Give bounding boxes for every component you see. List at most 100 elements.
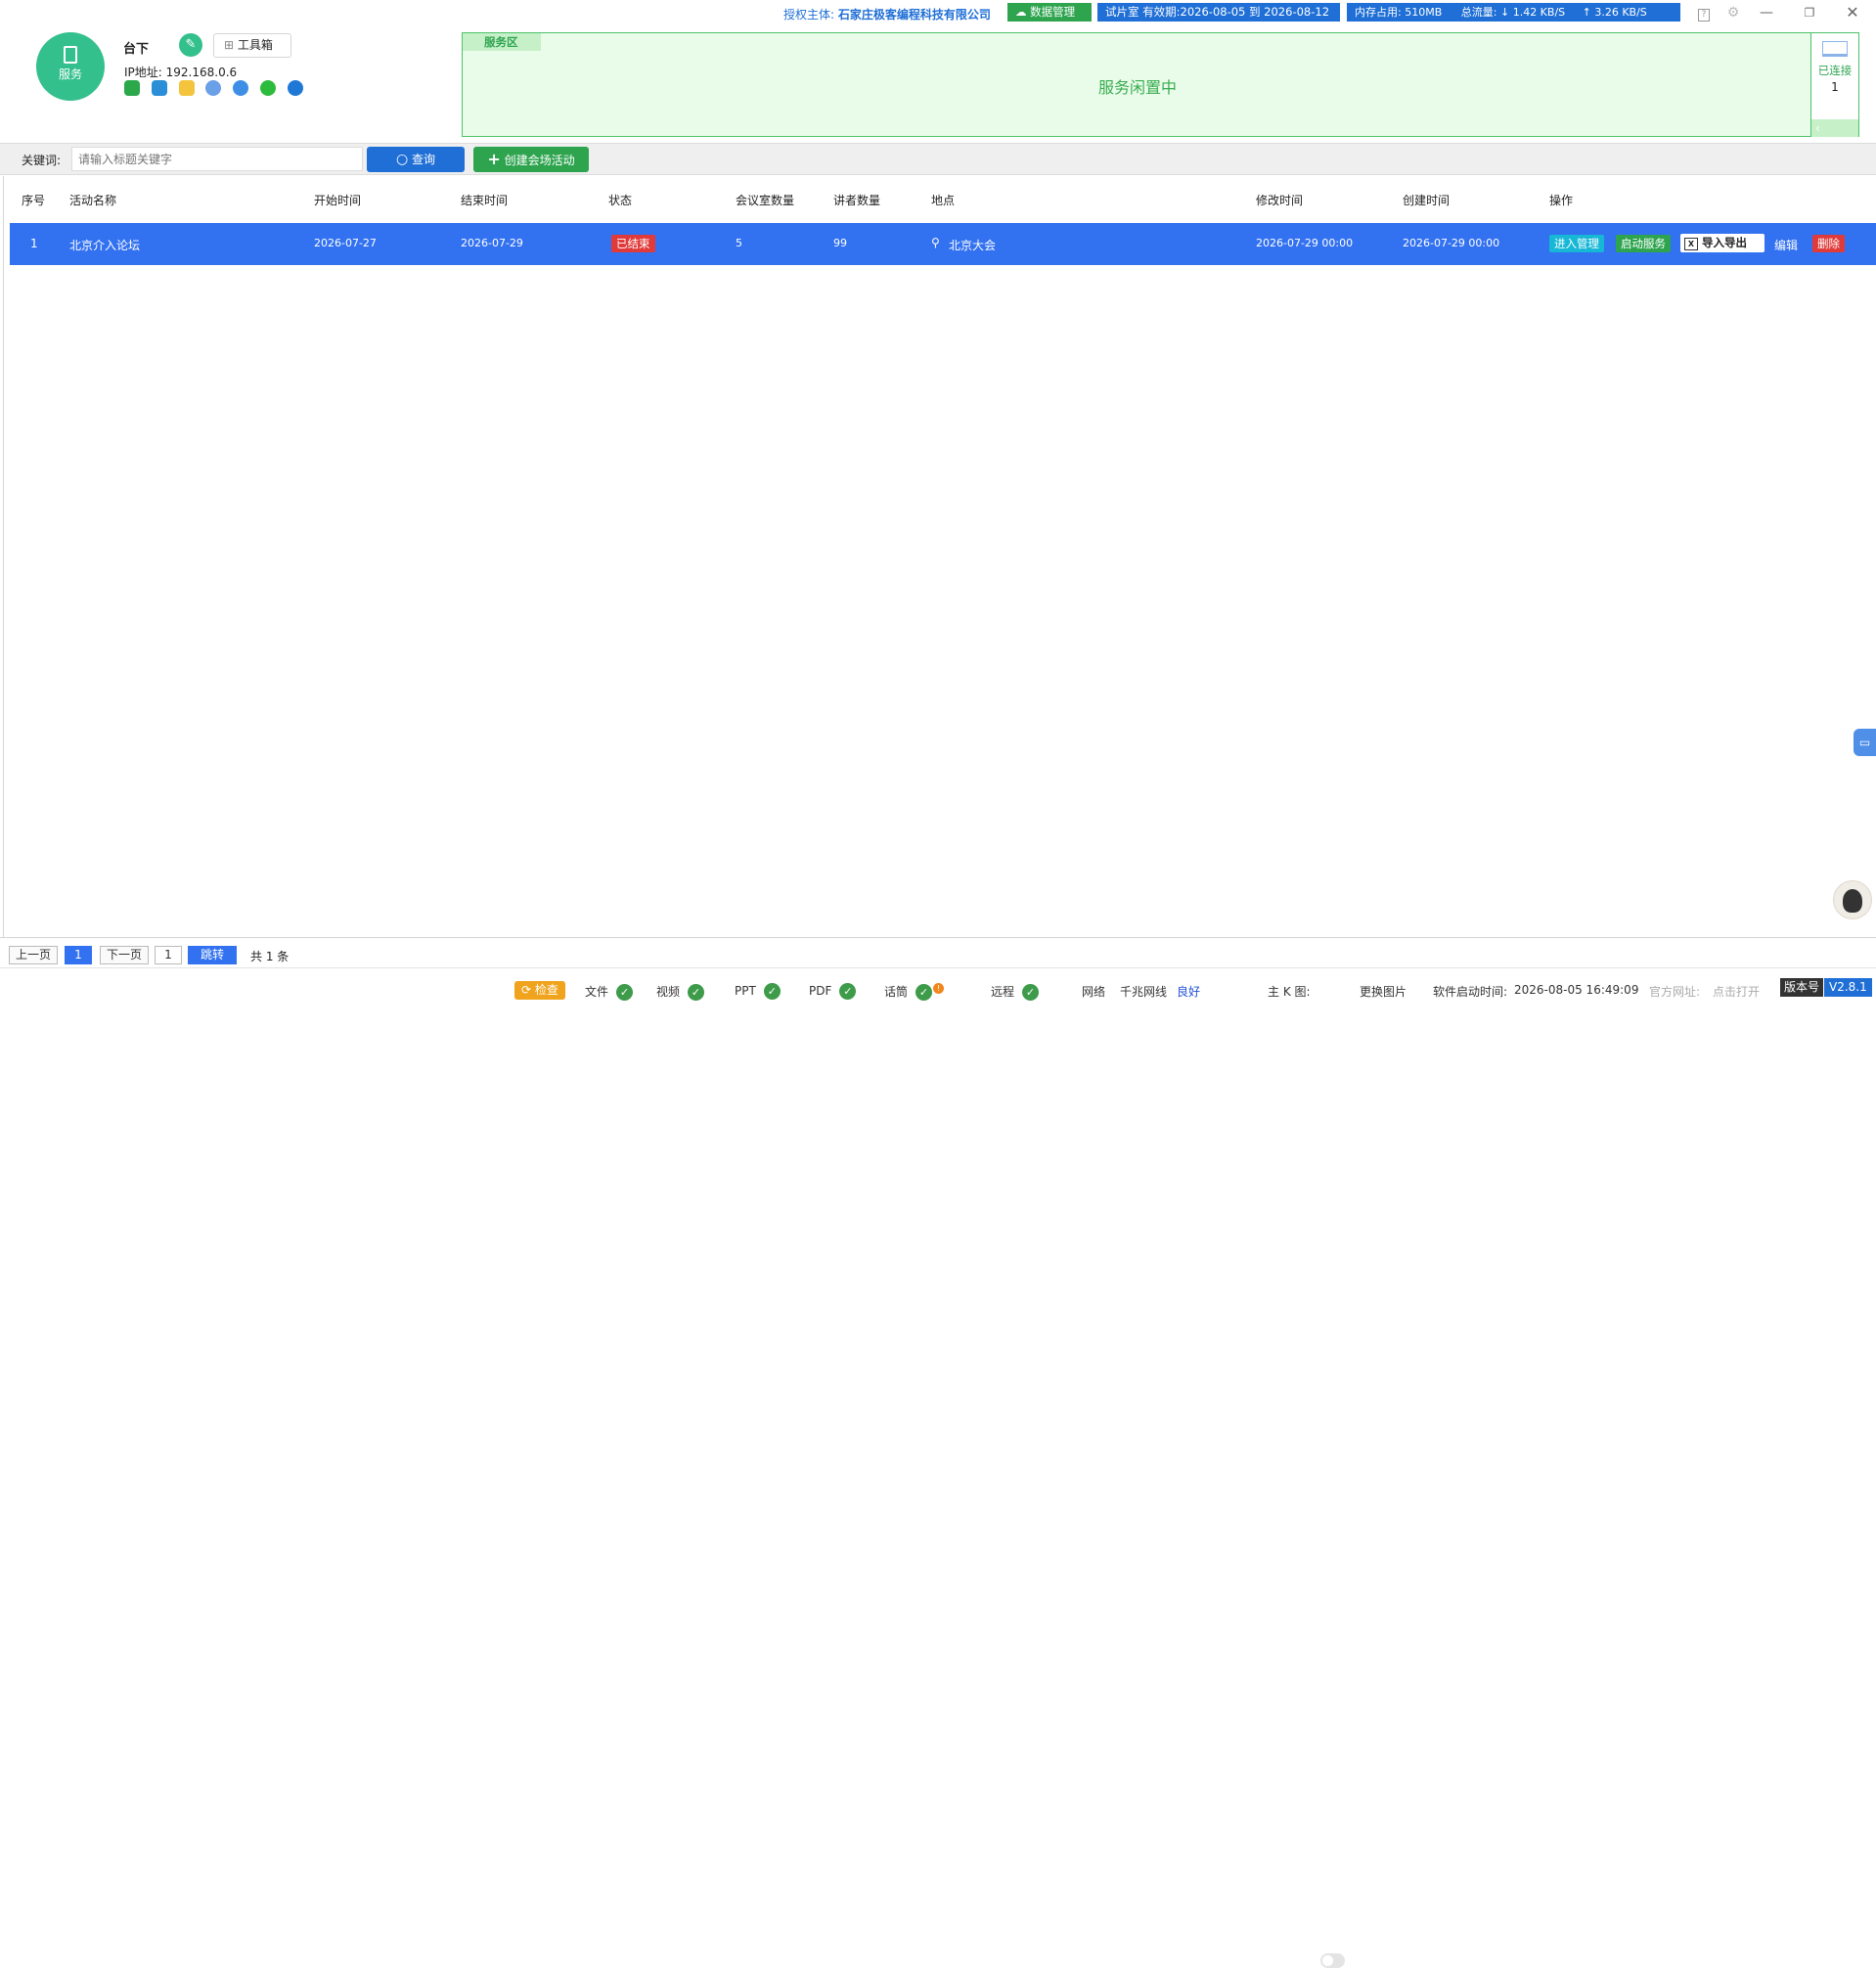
service-device-icon — [64, 46, 77, 64]
settings-gear-icon[interactable]: ⚙ — [1720, 2, 1747, 23]
memory-label: 内存占用: — [1355, 6, 1402, 19]
row-index: 1 — [30, 237, 38, 250]
avatar-label: 服务 — [58, 67, 82, 81]
status-ppt: PPT ✓ — [735, 983, 781, 1000]
edit-icon[interactable]: ✎ — [179, 33, 202, 57]
create-activity-button[interactable]: + 创建会场活动 — [473, 147, 589, 172]
status-video: 视频 ✓ — [656, 983, 705, 1001]
check-circle-icon: ✓ — [916, 984, 933, 1001]
video-label: 视频 — [656, 985, 681, 999]
row-modified: 2026-07-29 00:00 — [1256, 237, 1354, 249]
query-label: 查询 — [412, 153, 436, 166]
minimize-icon[interactable]: — — [1753, 2, 1780, 23]
top-bar: 授权主体: 石家庄极客编程科技有限公司 ☁ 数据管理 试片室 有效期:2026-… — [0, 0, 1876, 27]
share-icon[interactable] — [205, 80, 222, 96]
speaker-icon[interactable] — [124, 80, 140, 96]
cloud-icon: ☁ — [1015, 5, 1027, 19]
toolbox-label: 工具箱 — [237, 38, 273, 52]
wechat-icon[interactable] — [260, 80, 277, 96]
side-panel-toggle-icon[interactable]: ▭ — [1854, 729, 1876, 756]
jump-button[interactable]: 跳转 — [188, 946, 237, 964]
network-quality: 良好 — [1177, 985, 1201, 999]
service-area: 服务区 服务闲置中 — [462, 32, 1811, 137]
col-modified: 修改时间 — [1256, 194, 1304, 207]
official-site-label: 官方网址: — [1649, 985, 1701, 999]
col-speakers: 讲者数量 — [833, 194, 881, 207]
keyword-search-input[interactable] — [71, 147, 363, 171]
folder-icon[interactable] — [178, 80, 195, 96]
collapse-chevron-icon[interactable]: ‹ — [1811, 119, 1858, 137]
restore-icon[interactable]: ❐ — [1796, 2, 1823, 23]
row-start: 2026-07-27 — [314, 237, 377, 249]
trial-label: 试片室 有效期:2026-08-05 到 2026-08-12 — [1105, 5, 1330, 19]
connection-panel[interactable]: 已连接 1 ‹ — [1811, 32, 1859, 137]
screen-icon[interactable] — [151, 80, 167, 96]
version-value: V2.8.1 — [1824, 978, 1872, 997]
change-image-button[interactable]: 更换图片 — [1360, 983, 1407, 1000]
import-export-button[interactable]: X 导入导出 — [1680, 234, 1764, 252]
row-name: 北京介入论坛 — [69, 239, 141, 252]
next-page-button[interactable]: 下一页 — [100, 946, 149, 964]
main-k-toggle[interactable] — [1320, 1953, 1345, 1968]
warning-dot-icon: ! — [933, 983, 945, 994]
col-actions: 操作 — [1549, 194, 1574, 207]
search-icon: ○ — [395, 152, 409, 167]
col-index: 序号 — [22, 194, 46, 207]
service-avatar[interactable]: 服务 — [36, 32, 105, 101]
col-rooms: 会议室数量 — [736, 194, 795, 207]
status-pdf: PDF ✓ — [809, 983, 857, 1000]
pdf-label: PDF — [809, 984, 832, 998]
start-service-button[interactable]: 启动服务 — [1616, 235, 1671, 252]
import-export-label: 导入导出 — [1702, 236, 1747, 249]
assistant-avatar-icon[interactable] — [1833, 880, 1872, 919]
col-created: 创建时间 — [1403, 194, 1451, 207]
row-end: 2026-07-29 — [461, 237, 523, 249]
check-circle-icon: ✓ — [616, 984, 634, 1001]
pagination: 上一页 1 下一页 1 跳转 共 1 条 — [0, 937, 1876, 968]
edit-button[interactable]: 编辑 — [1774, 237, 1798, 253]
main-k-label: 主 K 图: — [1268, 985, 1311, 999]
col-start: 开始时间 — [314, 194, 362, 207]
grid-icon: ⊞ — [224, 38, 235, 52]
traffic-label: 总流量: — [1460, 6, 1497, 19]
query-button[interactable]: ○ 查询 — [367, 147, 465, 172]
globe-icon[interactable] — [233, 80, 249, 96]
file-label: 文件 — [585, 985, 609, 999]
data-manage-label: 数据管理 — [1030, 5, 1076, 19]
check-circle-icon: ✓ — [688, 984, 705, 1001]
search-circle-icon[interactable] — [287, 80, 303, 96]
license-company: 石家庄极客编程科技有限公司 — [837, 8, 991, 22]
help-icon[interactable]: ? — [1690, 2, 1718, 23]
status-mic: 话筒 ✓! — [884, 983, 945, 1001]
resource-monitor: 内存占用: 510MB 总流量: ↓ 1.42 KB/S ↑ 3.26 KB/S — [1347, 3, 1680, 22]
enter-manage-button[interactable]: 进入管理 — [1549, 235, 1604, 252]
ppt-label: PPT — [735, 984, 756, 998]
trial-badge: 试片室 有效期:2026-08-05 到 2026-08-12 — [1097, 3, 1340, 22]
open-site-link[interactable]: 点击打开 — [1713, 983, 1760, 1000]
table-row[interactable]: 1 北京介入论坛 2026-07-27 2026-07-29 已结束 5 99 … — [10, 223, 1876, 265]
status-bar: ⟳ 检查 文件 ✓ 视频 ✓ PPT ✓ PDF ✓ 话筒 ✓! 远程 ✓ 网络 千兆网线 … — [0, 968, 1876, 1968]
network-type: 千兆网线 — [1120, 985, 1168, 999]
check-button[interactable]: ⟳ 检查 — [514, 981, 565, 1000]
row-speakers: 99 — [833, 237, 847, 249]
startup-label: 软件启动时间: — [1433, 985, 1508, 999]
refresh-icon: ⟳ — [521, 983, 532, 997]
plus-icon: + — [487, 150, 501, 168]
close-icon[interactable]: ✕ — [1839, 2, 1866, 23]
jump-page-input[interactable]: 1 — [155, 946, 182, 964]
startup-time: 2026-08-05 16:49:09 — [1514, 983, 1639, 997]
upload-value: ↑ 3.26 KB/S — [1582, 6, 1647, 19]
current-page[interactable]: 1 — [65, 946, 92, 964]
row-rooms: 5 — [736, 237, 742, 249]
check-label: 检查 — [534, 983, 558, 997]
prev-page-button[interactable]: 上一页 — [9, 946, 58, 964]
toolbox-button[interactable]: ⊞ 工具箱 — [213, 33, 291, 58]
col-name: 活动名称 — [69, 194, 117, 207]
location-pin-icon: ⚲ — [931, 236, 940, 249]
delete-button[interactable]: 删除 — [1812, 235, 1845, 252]
mic-label: 话筒 — [884, 985, 909, 999]
row-location: 北京大会 — [949, 239, 997, 252]
quick-icons — [124, 80, 311, 96]
row-created: 2026-07-29 00:00 — [1403, 237, 1500, 249]
data-manage-button[interactable]: ☁ 数据管理 — [1007, 3, 1092, 22]
